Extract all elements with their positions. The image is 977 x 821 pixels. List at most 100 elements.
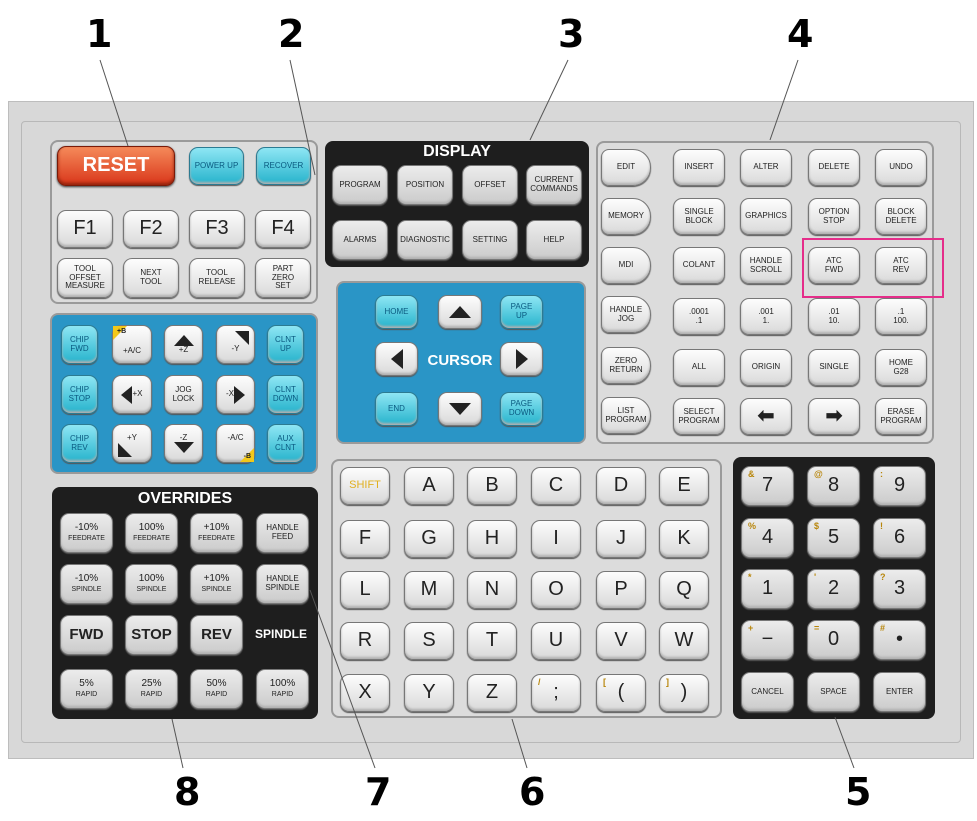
key-s[interactable]: S [404, 622, 454, 660]
key-h[interactable]: H [467, 520, 517, 558]
spindle-plus-button[interactable]: +10% SPINDLE [190, 564, 243, 604]
key-r[interactable]: R [340, 622, 390, 660]
rapid-100-button[interactable]: 100% RAPID [256, 669, 309, 709]
plus-y-button[interactable]: +Y [112, 424, 152, 463]
single-button[interactable]: SINGLE [808, 349, 860, 386]
arrow-left-button[interactable]: ⬅ [740, 398, 792, 435]
f3-button[interactable]: F3 [189, 210, 245, 248]
key-e[interactable]: E [659, 467, 709, 505]
position-button[interactable]: POSITION [397, 165, 453, 205]
select-program-button[interactable]: SELECT PROGRAM [673, 398, 725, 435]
alarms-button[interactable]: ALARMS [332, 220, 388, 260]
minus-z-button[interactable]: -Z [164, 424, 203, 463]
chip-stop-button[interactable]: CHIP STOP [61, 375, 98, 414]
spindle-stop-button[interactable]: STOP [125, 615, 178, 655]
handle-feed-button[interactable]: HANDLE FEED [256, 513, 309, 553]
spindle-minus-button[interactable]: -10% SPINDLE [60, 564, 113, 604]
setting-button[interactable]: SETTING [462, 220, 518, 260]
feed-plus-button[interactable]: +10% FEEDRATE [190, 513, 243, 553]
numpad-key-8[interactable]: 3? [873, 569, 926, 609]
space-button[interactable]: SPACE [807, 672, 860, 712]
cursor-down-button[interactable] [438, 392, 482, 426]
home-button[interactable]: HOME [375, 295, 418, 329]
shift-button[interactable]: SHIFT [340, 467, 390, 505]
key-i[interactable]: I [531, 520, 581, 558]
all-button[interactable]: ALL [673, 349, 725, 386]
key-semicolon[interactable]: ; / [531, 674, 581, 712]
help-button[interactable]: HELP [526, 220, 582, 260]
mdi-mode-button[interactable]: MDI [601, 247, 651, 284]
rapid-5-button[interactable]: 5% RAPID [60, 669, 113, 709]
spindle-100-button[interactable]: 100% SPINDLE [125, 564, 178, 604]
key-v[interactable]: V [596, 622, 646, 660]
rapid-50-button[interactable]: 50% RAPID [190, 669, 243, 709]
numpad-key-3[interactable]: 4% [741, 518, 794, 558]
numpad-key-0[interactable]: 7 & [741, 466, 794, 506]
tool-offset-measure-button[interactable]: TOOL OFFSET MEASURE [57, 258, 113, 298]
f1-button[interactable]: F1 [57, 210, 113, 248]
part-zero-set-button[interactable]: PART ZERO SET [255, 258, 311, 298]
numpad-key-5[interactable]: 6! [873, 518, 926, 558]
edit-mode-button[interactable]: EDIT [601, 149, 651, 186]
numpad-key-11[interactable]: • # [873, 620, 926, 660]
numpad-key-1[interactable]: 8 @ [807, 466, 860, 506]
f2-button[interactable]: F2 [123, 210, 179, 248]
key-l[interactable]: L [340, 571, 390, 609]
option-stop-button[interactable]: OPTION STOP [808, 198, 860, 235]
key-a[interactable]: A [404, 467, 454, 505]
program-button[interactable]: PROGRAM [332, 165, 388, 205]
next-tool-button[interactable]: NEXT TOOL [123, 258, 179, 298]
key-p[interactable]: P [596, 571, 646, 609]
key-left-paren[interactable]: ([ [596, 674, 646, 712]
reset-button[interactable]: RESET [57, 146, 175, 186]
current-commands-button[interactable]: CURRENT COMMANDS [526, 165, 582, 205]
insert-button[interactable]: INSERT [673, 149, 725, 186]
key-g[interactable]: G [404, 520, 454, 558]
numpad-key-7[interactable]: 2 ' [807, 569, 860, 609]
erase-program-button[interactable]: ERASE PROGRAM [875, 398, 927, 435]
page-down-button[interactable]: PAGE DOWN [500, 392, 543, 426]
jog-01-button[interactable]: .01 10. [808, 298, 860, 335]
spindle-rev-button[interactable]: REV [190, 615, 243, 655]
chip-rev-button[interactable]: CHIP REV [61, 424, 98, 463]
numpad-key-2[interactable]: 9: [873, 466, 926, 506]
key-f[interactable]: F [340, 520, 390, 558]
key-k[interactable]: K [659, 520, 709, 558]
jog-lock-button[interactable]: JOG LOCK [164, 375, 203, 414]
offset-button[interactable]: OFFSET [462, 165, 518, 205]
home-g28-button[interactable]: HOME G28 [875, 349, 927, 386]
key-j[interactable]: J [596, 520, 646, 558]
jog-001-button[interactable]: .001 1. [740, 298, 792, 335]
cursor-up-button[interactable] [438, 295, 482, 329]
numpad-key-6[interactable]: 1 * [741, 569, 794, 609]
single-block-button[interactable]: SINGLE BLOCK [673, 198, 725, 235]
feed-100-button[interactable]: 100% FEEDRATE [125, 513, 178, 553]
key-x[interactable]: X [340, 674, 390, 712]
undo-button[interactable]: UNDO [875, 149, 927, 186]
handle-scroll-button[interactable]: HANDLE SCROLL [740, 247, 792, 284]
key-d[interactable]: D [596, 467, 646, 505]
memory-mode-button[interactable]: MEMORY [601, 198, 651, 235]
key-m[interactable]: M [404, 571, 454, 609]
chip-fwd-button[interactable]: CHIP FWD [61, 325, 98, 364]
power-up-button[interactable]: POWER UP [189, 147, 244, 185]
spindle-fwd-button[interactable]: FWD [60, 615, 113, 655]
diagnostic-button[interactable]: DIAGNOSTIC [397, 220, 453, 260]
block-delete-button[interactable]: BLOCK DELETE [875, 198, 927, 235]
arrow-right-button[interactable]: ➡ [808, 398, 860, 435]
plus-z-button[interactable]: +Z [164, 325, 203, 364]
cancel-button[interactable]: CANCEL [741, 672, 794, 712]
delete-button[interactable]: DELETE [808, 149, 860, 186]
alter-button[interactable]: ALTER [740, 149, 792, 186]
graphics-button[interactable]: GRAPHICS [740, 198, 792, 235]
key-c[interactable]: C [531, 467, 581, 505]
key-n[interactable]: N [467, 571, 517, 609]
key-right-paren[interactable]: )] [659, 674, 709, 712]
numpad-key-10[interactable]: 0 = [807, 620, 860, 660]
jog-0001-button[interactable]: .0001 .1 [673, 298, 725, 335]
zero-return-mode-button[interactable]: ZERO RETURN [601, 347, 651, 384]
enter-button[interactable]: ENTER [873, 672, 926, 712]
handle-jog-mode-button[interactable]: HANDLE JOG [601, 296, 651, 333]
numpad-key-9[interactable]: − + [741, 620, 794, 660]
feed-minus-button[interactable]: -10% FEEDRATE [60, 513, 113, 553]
